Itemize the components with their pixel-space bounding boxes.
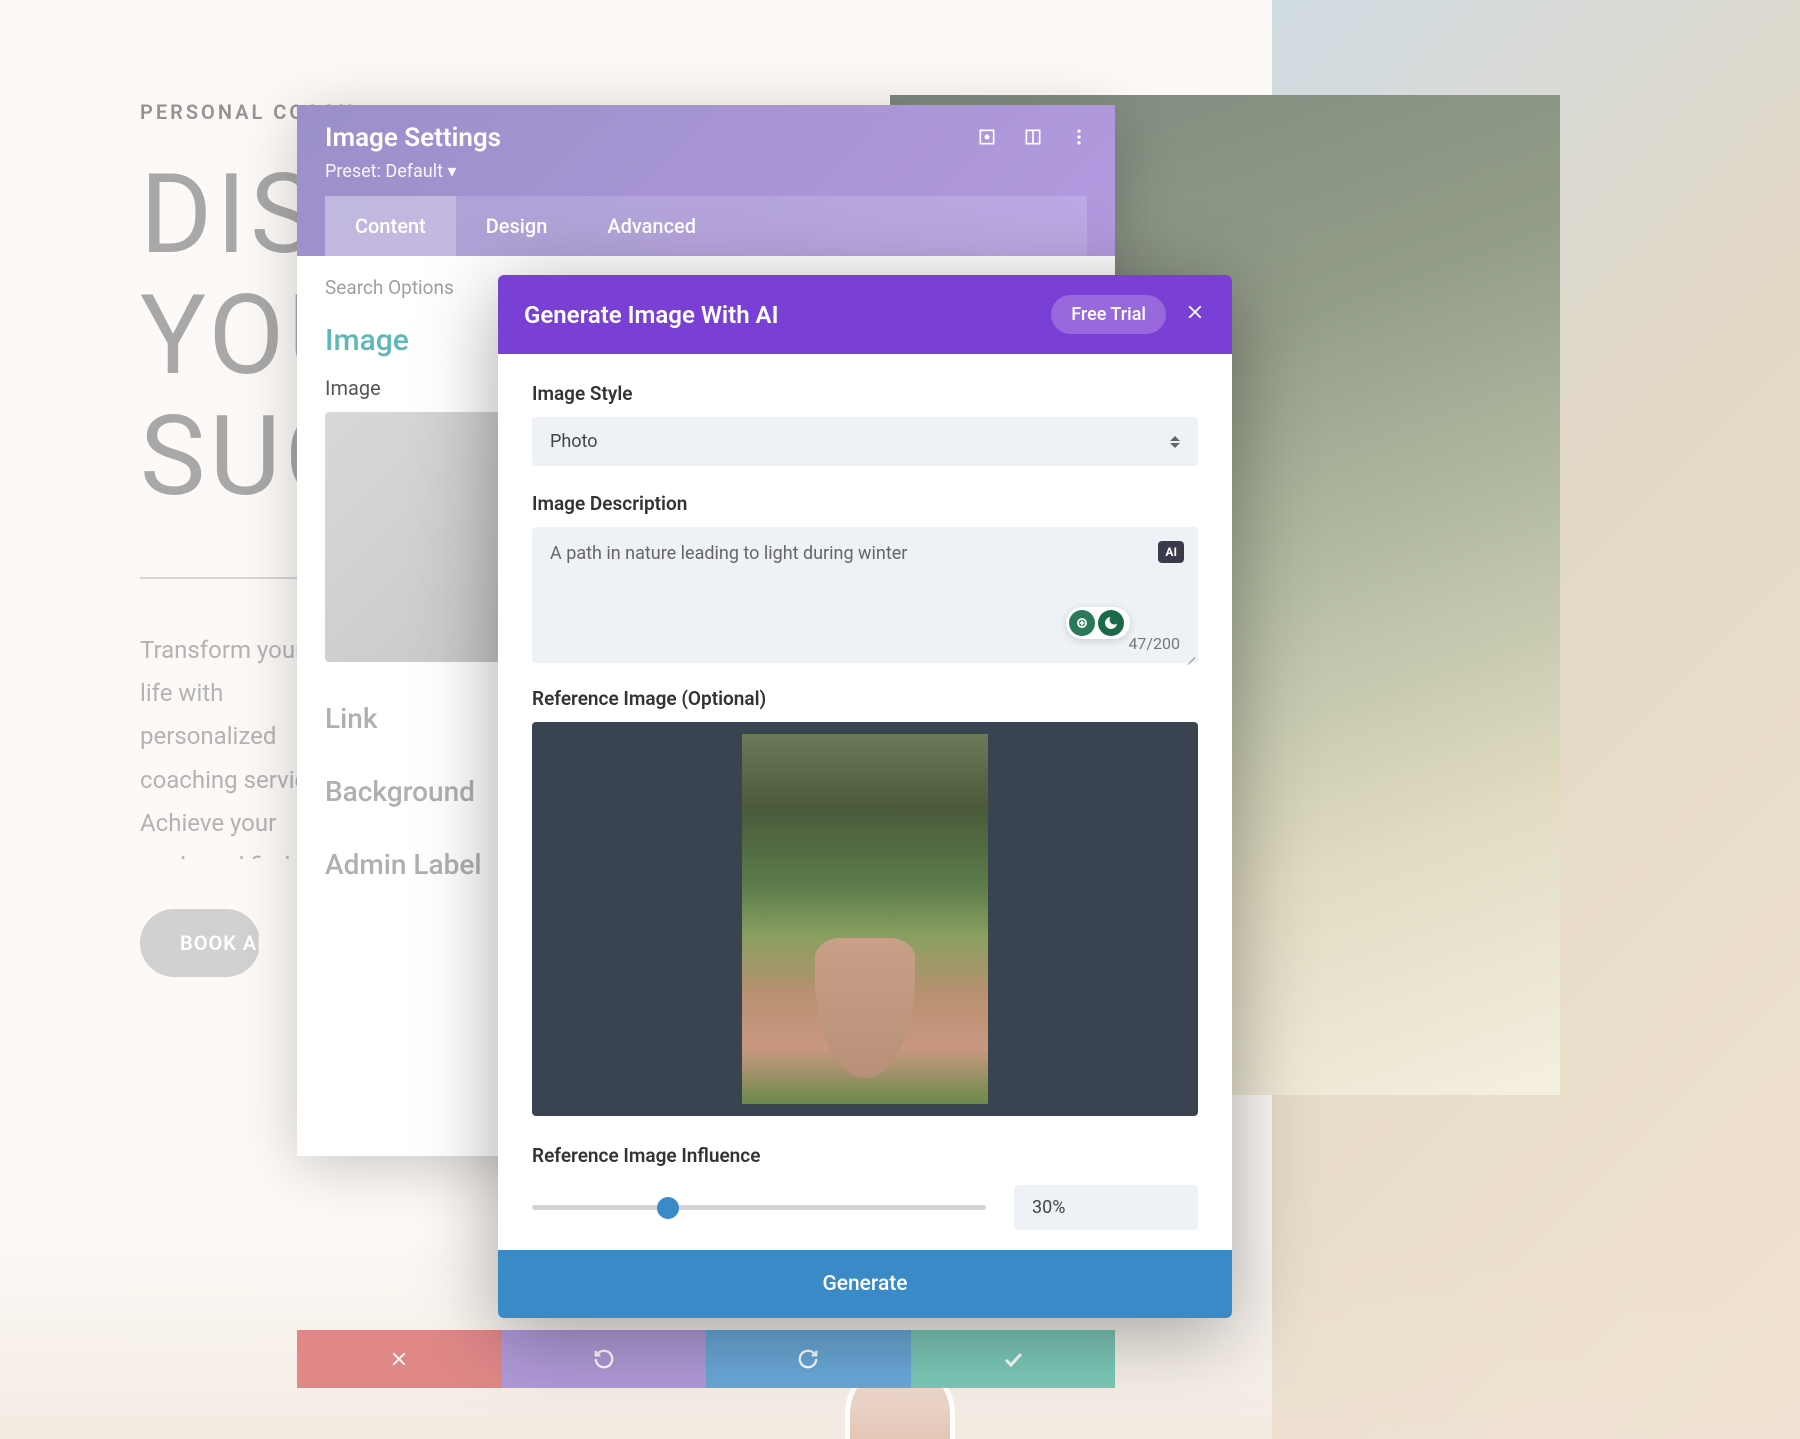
ai-modal-body: Image Style Photo Image Description A pa…	[498, 354, 1232, 1250]
image-style-value: Photo	[550, 431, 598, 452]
tab-advanced[interactable]: Advanced	[577, 196, 726, 256]
ai-badge-button[interactable]: AI	[1158, 541, 1184, 563]
free-trial-badge[interactable]: Free Trial	[1051, 295, 1166, 334]
ai-modal-header: Generate Image With AI Free Trial	[498, 275, 1232, 354]
close-icon	[388, 1348, 410, 1370]
settings-tabs: Content Design Advanced	[325, 196, 1087, 256]
image-description-field[interactable]: A path in nature leading to light during…	[532, 527, 1198, 663]
influence-value[interactable]: 30%	[1014, 1185, 1198, 1230]
columns-icon[interactable]	[1021, 125, 1045, 149]
image-description-text[interactable]: A path in nature leading to light during…	[550, 543, 1130, 564]
undo-icon	[593, 1348, 615, 1370]
influence-label: Reference Image Influence	[532, 1144, 1198, 1167]
theme-toggle[interactable]	[1066, 607, 1130, 639]
toggle-plus-icon	[1069, 610, 1095, 636]
tab-content[interactable]: Content	[325, 196, 456, 256]
ai-header-right: Free Trial	[1051, 295, 1206, 334]
settings-title: Image Settings	[325, 123, 1087, 153]
reference-image-label: Reference Image (Optional)	[532, 687, 1198, 710]
influence-slider[interactable]	[532, 1205, 986, 1210]
image-style-label: Image Style	[532, 382, 1198, 405]
check-icon	[1001, 1347, 1025, 1371]
image-description-label: Image Description	[532, 492, 1198, 515]
reference-image-thumb	[742, 734, 988, 1104]
resize-handle[interactable]	[1183, 648, 1195, 660]
header-icons	[975, 125, 1091, 149]
influence-slider-row: 30%	[532, 1185, 1198, 1230]
tab-design[interactable]: Design	[456, 196, 578, 256]
save-button[interactable]	[911, 1330, 1116, 1388]
redo-button[interactable]	[706, 1330, 911, 1388]
close-modal-button[interactable]	[1184, 300, 1206, 330]
toggle-moon-icon	[1098, 610, 1124, 636]
redo-icon	[797, 1348, 819, 1370]
image-style-select[interactable]: Photo	[532, 417, 1198, 466]
book-appointment-button[interactable]: BOOK AN APPOINTMENT	[140, 909, 260, 977]
select-caret-icon	[1170, 436, 1180, 448]
expand-icon[interactable]	[975, 125, 999, 149]
char-count: 47/200	[1128, 634, 1180, 653]
slider-thumb[interactable]	[657, 1197, 679, 1219]
close-icon	[1184, 301, 1206, 323]
preset-dropdown[interactable]: Preset: Default ▾	[325, 161, 1087, 196]
settings-header: Image Settings Preset: Default ▾ Content…	[297, 105, 1115, 256]
reference-image-box[interactable]	[532, 722, 1198, 1116]
ai-generate-modal: Generate Image With AI Free Trial Image …	[498, 275, 1232, 1318]
action-bar	[297, 1330, 1115, 1388]
cancel-button[interactable]	[297, 1330, 502, 1388]
ai-modal-title: Generate Image With AI	[524, 301, 778, 329]
more-icon[interactable]	[1067, 125, 1091, 149]
generate-button[interactable]: Generate	[498, 1250, 1232, 1318]
undo-button[interactable]	[502, 1330, 707, 1388]
